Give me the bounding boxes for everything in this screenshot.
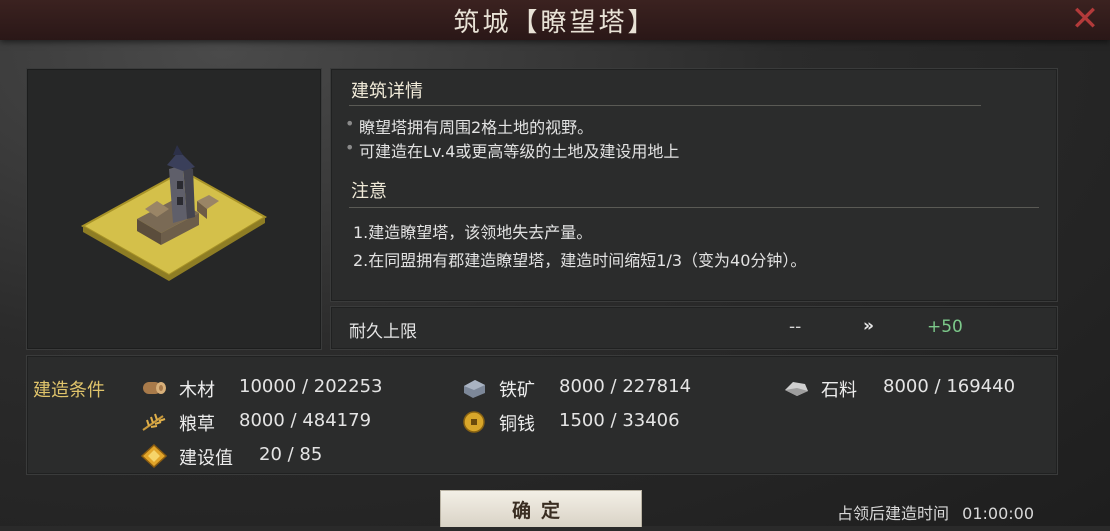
note-item: 1.建造瞭望塔，该领地失去产量。 xyxy=(353,223,593,242)
resource-iron: 铁矿 8000 / 227814 xyxy=(461,374,761,402)
copper-coin-icon xyxy=(461,410,487,434)
resource-copper: 铜钱 1500 / 33406 xyxy=(461,408,761,436)
title-bar: 筑城【瞭望塔】 ✕ xyxy=(0,0,1110,40)
details-divider xyxy=(349,105,981,106)
build-time-value: 01:00:00 xyxy=(962,504,1034,523)
iron-ore-icon xyxy=(461,376,487,400)
resource-name: 粮草 xyxy=(179,414,215,435)
resource-name: 铜钱 xyxy=(499,414,535,435)
details-section-title: 建筑详情 xyxy=(351,81,423,102)
resource-value: 8000 / 169440 xyxy=(883,376,1016,397)
building-details-panel: 建筑详情 瞭望塔拥有周围2格土地的视野。 可建造在Lv.4或更高等级的土地及建设… xyxy=(330,68,1058,302)
wood-log-icon xyxy=(141,376,167,400)
resource-wood: 木材 10000 / 202253 xyxy=(141,374,441,402)
construction-point-icon xyxy=(140,443,168,469)
resource-value: 20 / 85 xyxy=(259,444,323,465)
durability-old-value: -- xyxy=(789,317,802,337)
close-icon[interactable]: ✕ xyxy=(1068,2,1102,36)
watchtower-image xyxy=(80,145,267,281)
resource-stone: 石料 8000 / 169440 xyxy=(783,374,1053,402)
durability-row: 耐久上限 -- » +50 xyxy=(330,306,1058,350)
note-item: 2.在同盟拥有郡建造瞭望塔，建造时间缩短1/3（变为40分钟）。 xyxy=(353,251,807,270)
resource-name: 建设值 xyxy=(179,448,233,469)
detail-bullet: 可建造在Lv.4或更高等级的土地及建设用地上 xyxy=(345,138,679,162)
note-divider xyxy=(349,207,1039,208)
note-section-title: 注意 xyxy=(351,181,387,202)
resource-construction: 建设值 20 / 85 xyxy=(140,442,441,470)
build-time-label: 占领后建造时间 xyxy=(837,504,950,523)
resource-value: 8000 / 227814 xyxy=(559,376,692,397)
resource-value: 1500 / 33406 xyxy=(559,410,680,431)
building-preview xyxy=(26,68,322,350)
build-time-info: 占领后建造时间 01:00:00 xyxy=(837,500,1034,524)
confirm-button[interactable]: 确定 xyxy=(440,490,642,527)
detail-bullet: 瞭望塔拥有周围2格土地的视野。 xyxy=(345,114,593,138)
resource-name: 木材 xyxy=(179,380,215,401)
double-chevron-icon: » xyxy=(863,316,874,336)
durability-label: 耐久上限 xyxy=(349,322,417,342)
window-title: 筑城【瞭望塔】 xyxy=(453,8,657,38)
stone-icon xyxy=(783,376,809,400)
resource-name: 铁矿 xyxy=(499,380,535,401)
resource-value: 10000 / 202253 xyxy=(239,376,383,397)
build-requirements-panel: 建造条件 木材 10000 / 202253 铁矿 8000 / 227814 … xyxy=(26,355,1058,475)
grain-icon xyxy=(141,410,167,434)
resource-value: 8000 / 484179 xyxy=(239,410,372,431)
resource-name: 石料 xyxy=(821,380,857,401)
requirements-title: 建造条件 xyxy=(33,380,105,401)
durability-new-value: +50 xyxy=(927,317,963,337)
resource-grain: 粮草 8000 / 484179 xyxy=(141,408,441,436)
